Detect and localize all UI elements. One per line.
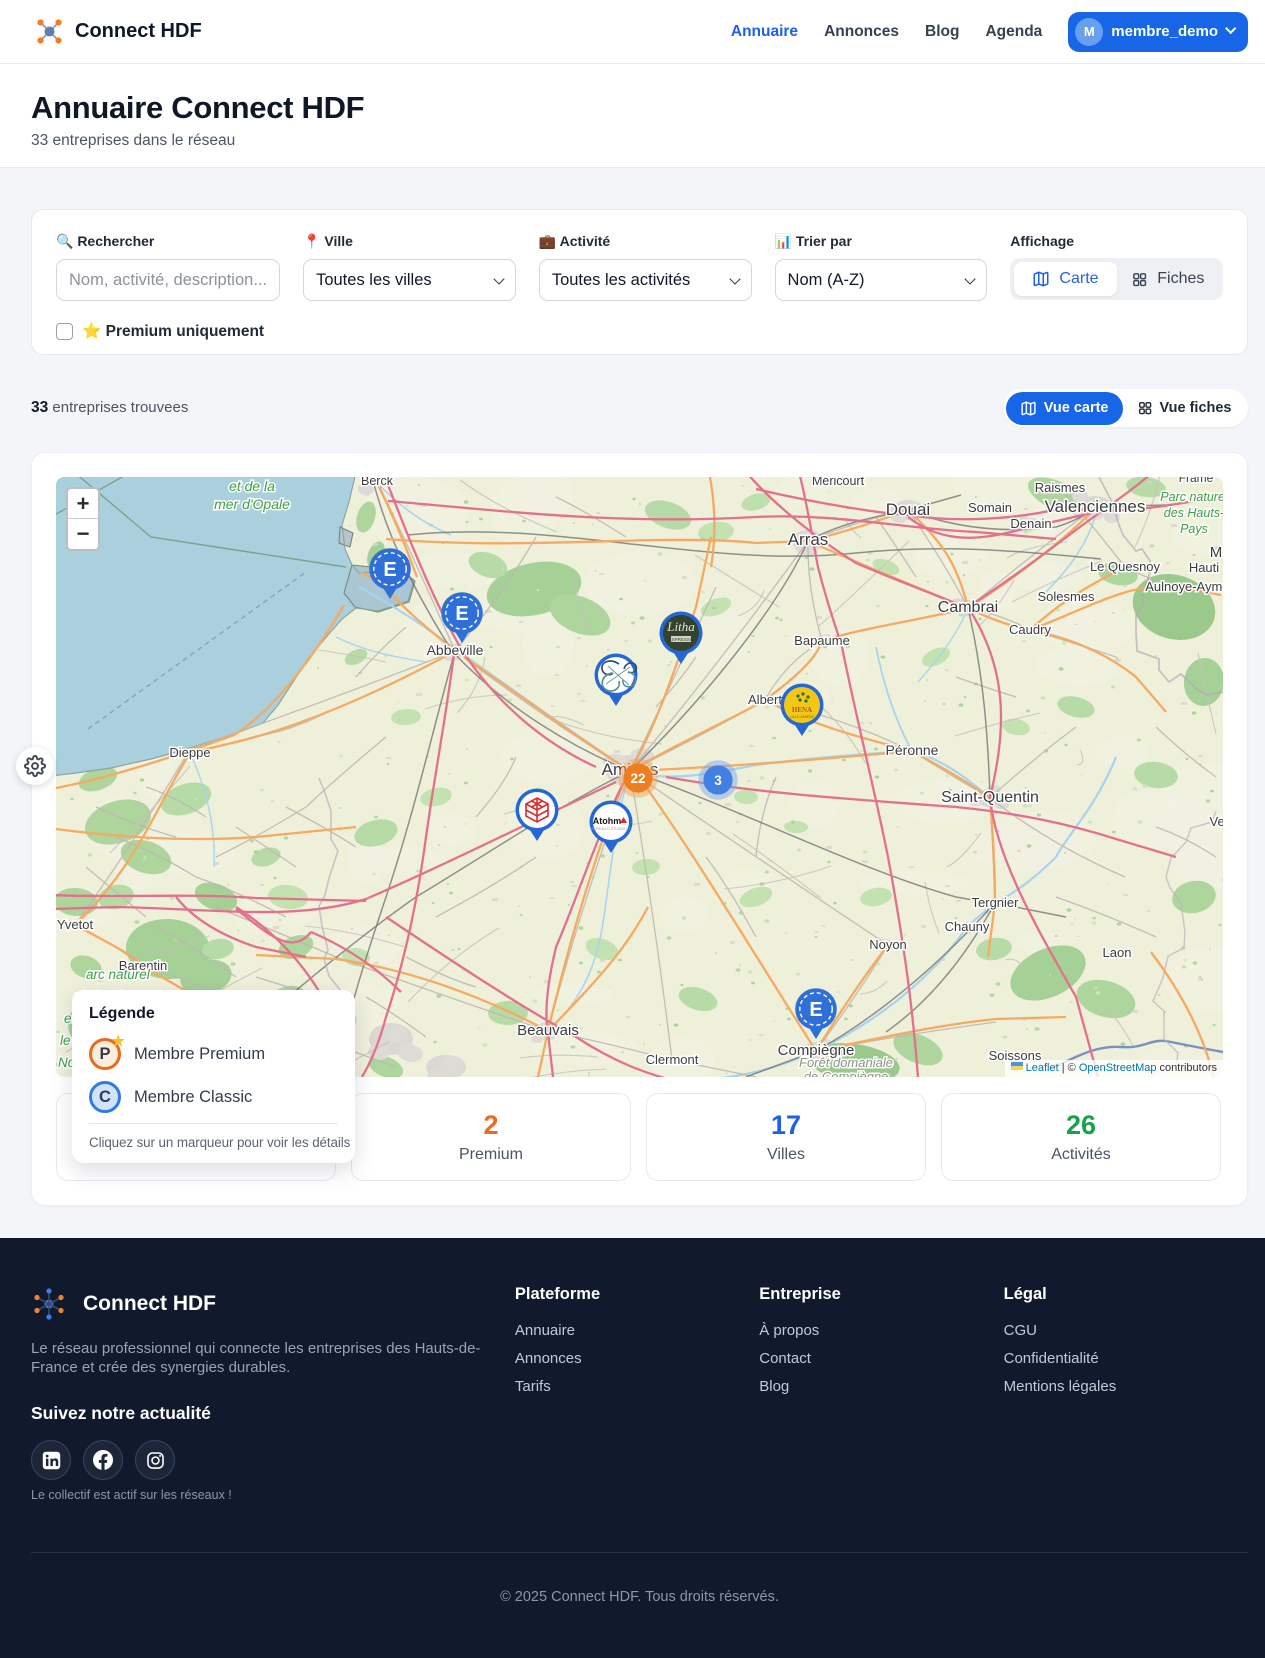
svg-text:Bapaume: Bapaume xyxy=(794,633,850,648)
svg-text:LILLE-AMIENS: LILLE-AMIENS xyxy=(790,715,814,719)
svg-text:Yvetot: Yvetot xyxy=(57,917,94,932)
svg-text:Noyon: Noyon xyxy=(869,937,907,952)
svg-text:E: E xyxy=(809,999,822,1021)
svg-text:Aulnoye-Aymeri: Aulnoye-Aymeri xyxy=(1145,579,1223,594)
svg-text:Caudry: Caudry xyxy=(1009,622,1051,637)
svg-text:Atohm: Atohm xyxy=(593,816,622,826)
svg-text:Pays: Pays xyxy=(1180,522,1208,536)
svg-text:Arras: Arras xyxy=(788,530,829,549)
svg-text:Chauny: Chauny xyxy=(945,919,990,934)
svg-text:Frame: Frame xyxy=(1179,477,1214,485)
svg-text:Denain: Denain xyxy=(1010,516,1051,531)
svg-text:et de la: et de la xyxy=(229,478,275,494)
svg-text:Parc naturel: Parc naturel xyxy=(1160,490,1223,504)
svg-text:Albert: Albert xyxy=(748,692,782,707)
svg-text:ESPRESSO: ESPRESSO xyxy=(669,637,694,642)
svg-text:Le Quesnoy: Le Quesnoy xyxy=(1090,559,1161,574)
svg-text:arc naturel: arc naturel xyxy=(86,967,151,982)
svg-text:Raismes: Raismes xyxy=(1035,480,1086,495)
svg-text:Saint-Quentin: Saint-Quentin xyxy=(941,789,1039,806)
svg-text:Péronne: Péronne xyxy=(886,742,939,758)
svg-text:E: E xyxy=(383,559,396,581)
svg-text:Solesmes: Solesmes xyxy=(1037,589,1095,604)
svg-text:Valenciennes: Valenciennes xyxy=(1045,497,1146,516)
svg-text:Berck: Berck xyxy=(361,477,394,488)
svg-text:Tergnier: Tergnier xyxy=(972,895,1020,910)
svg-text:Abbeville: Abbeville xyxy=(427,642,484,658)
svg-text:Forêt domaniale: Forêt domaniale xyxy=(799,1055,893,1070)
svg-text:Cambrai: Cambrai xyxy=(938,599,998,616)
svg-text:E: E xyxy=(455,603,468,625)
svg-text:Clermont: Clermont xyxy=(646,1052,699,1067)
svg-text:Douai: Douai xyxy=(886,500,930,519)
svg-text:Vervi: Vervi xyxy=(1210,814,1223,829)
svg-text:Beauvais: Beauvais xyxy=(517,1022,579,1039)
svg-text:22: 22 xyxy=(630,771,645,786)
svg-text:Hauti: Hauti xyxy=(1189,560,1219,575)
svg-text:Méricourt: Méricourt xyxy=(812,477,865,488)
svg-text:M: M xyxy=(1210,544,1223,561)
svg-text:Litha: Litha xyxy=(666,619,695,634)
svg-text:3: 3 xyxy=(714,773,722,788)
svg-text:des Hauts-: des Hauts- xyxy=(1164,506,1223,520)
svg-text:de Compiègne: de Compiègne xyxy=(804,1069,889,1077)
svg-text:Somain: Somain xyxy=(968,500,1012,515)
svg-text:mer d'Opale: mer d'Opale xyxy=(214,496,290,512)
svg-text:HENA: HENA xyxy=(792,706,812,714)
svg-text:BUREAU D ETUDES ET: BUREAU D ETUDES ET xyxy=(591,827,632,831)
svg-text:Dieppe: Dieppe xyxy=(169,745,210,760)
svg-text:Laon: Laon xyxy=(1103,945,1132,960)
